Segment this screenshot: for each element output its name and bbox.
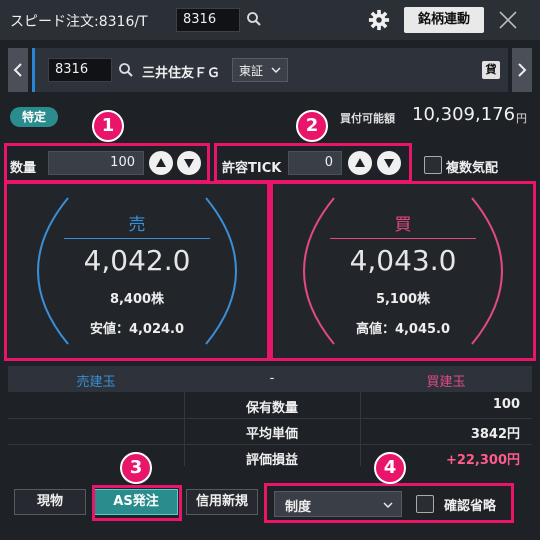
highlight-box-system — [264, 483, 514, 523]
position-center-header: - — [269, 371, 275, 386]
positions-header: 売建玉 - 買建玉 — [8, 366, 532, 392]
row-label: 評価損益 — [245, 453, 298, 468]
highlight-box-sell — [4, 181, 270, 361]
row-divider — [8, 444, 532, 445]
multi-quote-label: 複数気配 — [446, 161, 499, 176]
sell-position-header: 売建玉 — [76, 375, 116, 390]
loan-badge: 貸 — [482, 61, 500, 79]
annotation-badge-2: 2 — [296, 110, 328, 142]
row-label: 平均単価 — [245, 427, 298, 442]
close-icon[interactable] — [496, 8, 520, 32]
row-value: +22,300円 — [445, 453, 520, 468]
row-label: 保有数量 — [245, 401, 298, 416]
buying-power-label: 買付可能額 — [340, 112, 395, 125]
row-value: 100 — [492, 397, 520, 412]
title-code-input[interactable]: 8316 — [176, 8, 240, 32]
search-icon[interactable] — [246, 11, 262, 27]
row-divider — [8, 418, 532, 419]
window-title: スピード注文:8316/T — [10, 14, 148, 30]
title-bar: スピード注文:8316/T 8316 銘柄連動 — [0, 0, 540, 40]
account-type-badge: 特定 — [10, 107, 58, 127]
market-select[interactable]: 東証 — [232, 58, 288, 82]
highlight-box-as-order — [92, 485, 182, 521]
highlight-box-quantity — [4, 143, 210, 183]
table-row: 平均単価 3842円 — [8, 420, 532, 442]
tab-margin-new[interactable]: 信用新規 — [186, 489, 258, 515]
stock-search-icon[interactable] — [118, 62, 134, 78]
chevron-down-icon — [271, 67, 281, 73]
gear-icon[interactable] — [368, 9, 390, 31]
stock-name: 三井住友ＦＧ — [142, 66, 221, 81]
prev-stock-button[interactable] — [8, 48, 28, 92]
stock-code-input[interactable]: 8316 — [48, 58, 112, 82]
annotation-badge-4: 4 — [374, 452, 406, 484]
symbol-link-button[interactable]: 銘柄連動 — [404, 7, 484, 33]
table-row: 評価損益 +22,300円 — [8, 446, 532, 468]
annotation-badge-1: 1 — [92, 110, 124, 142]
highlight-box-tick — [214, 143, 412, 183]
buy-position-header: 買建玉 — [426, 375, 466, 390]
buying-power-value: 10,309,176 — [412, 104, 516, 125]
row-value: 3842円 — [470, 427, 520, 442]
multi-quote-checkbox[interactable] — [424, 156, 442, 174]
chevron-left-icon — [13, 63, 22, 77]
highlight-box-buy — [270, 181, 536, 361]
chevron-right-icon — [518, 63, 527, 77]
table-row: 保有数量 100 — [8, 394, 532, 416]
tab-physical[interactable]: 現物 — [14, 489, 86, 515]
next-stock-button[interactable] — [512, 48, 532, 92]
market-select-value: 東証 — [239, 64, 264, 78]
buying-power-unit: 円 — [516, 112, 527, 125]
annotation-badge-3: 3 — [120, 452, 152, 484]
